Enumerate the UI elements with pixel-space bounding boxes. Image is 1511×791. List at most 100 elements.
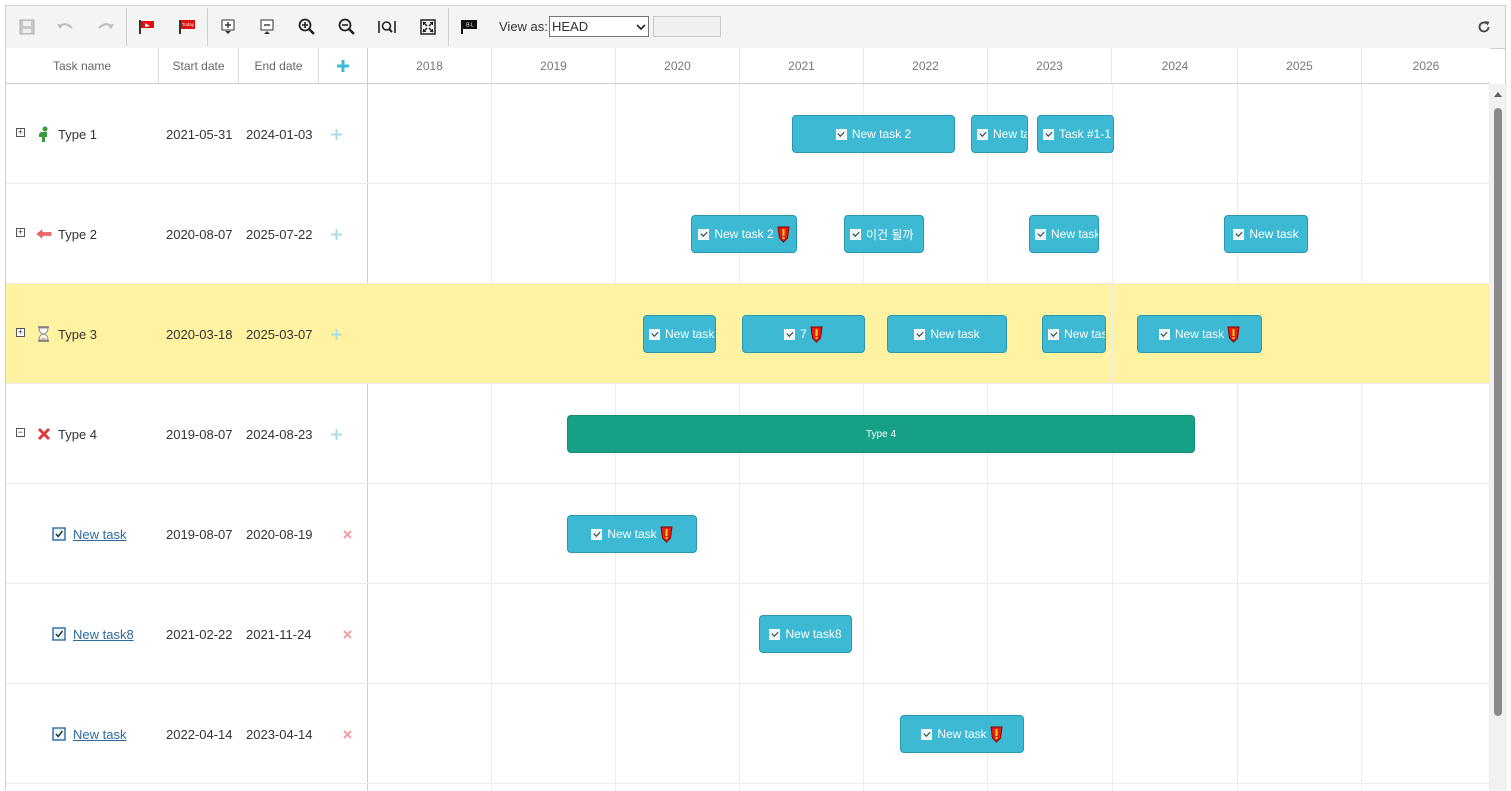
grid-row[interactable]: New task 2019-08-07 2020-08-19 <box>6 484 368 584</box>
scrollbar-thumb[interactable] <box>1494 108 1502 716</box>
start-date: 2019-08-07 <box>166 426 233 442</box>
collapse-all-icon[interactable] <box>255 16 279 38</box>
summary-bar[interactable]: Type 4 <box>567 415 1195 453</box>
task-bar-label: New task 2 <box>851 127 912 141</box>
view-as-label: View as: <box>499 19 548 34</box>
year-gridline <box>491 84 492 791</box>
marker-flag-icon[interactable] <box>135 16 159 38</box>
start-date: 2020-08-07 <box>166 226 233 242</box>
end-date: 2021-11-24 <box>246 626 312 642</box>
add-subtask-button[interactable] <box>329 384 343 484</box>
column-header-end-date[interactable]: End date <box>239 48 319 83</box>
grid-row[interactable]: + Type 1 2021-05-31 2024-01-03 <box>6 84 368 184</box>
grid-header: Task name Start date End date <box>6 48 368 84</box>
add-task-button[interactable] <box>319 48 367 83</box>
arrow-left-icon <box>36 184 52 284</box>
task-bar[interactable]: Task #1-1 <box>1037 115 1114 153</box>
task-bar-label: New task <box>665 327 715 341</box>
checkbox-icon <box>769 628 781 640</box>
task-bar-label: 7 <box>800 327 807 341</box>
checkbox-icon <box>1043 128 1054 140</box>
task-name[interactable]: Type 1 <box>58 84 97 184</box>
task-name-link[interactable]: New task8 <box>73 584 134 684</box>
task-bar[interactable]: New task <box>1137 315 1262 353</box>
checkbox-icon <box>1158 328 1170 340</box>
vertical-scrollbar[interactable] <box>1490 84 1507 791</box>
expand-toggle[interactable]: + <box>16 328 25 337</box>
warning-icon <box>1227 326 1240 343</box>
zoom-out-icon[interactable] <box>335 16 359 38</box>
task-bar-label: Task #1-1 <box>1059 127 1112 141</box>
year-label: 2024 <box>1113 48 1238 83</box>
save-icon[interactable] <box>15 16 39 38</box>
add-subtask-button[interactable] <box>329 184 343 284</box>
today-flag-icon[interactable]: Today <box>175 16 199 38</box>
task-bar[interactable]: New task <box>1029 215 1099 253</box>
timeline-row <box>368 584 1490 684</box>
column-header-task-name[interactable]: Task name <box>6 48 159 83</box>
view-as-secondary-input[interactable] <box>653 16 721 37</box>
task-bar[interactable]: New task <box>887 315 1007 353</box>
plus-icon <box>330 328 342 340</box>
close-icon <box>342 529 352 539</box>
scroll-up-icon[interactable] <box>1494 92 1502 97</box>
year-label: 2019 <box>492 48 616 83</box>
fullscreen-icon[interactable] <box>416 16 440 38</box>
task-bar[interactable]: New task <box>1042 315 1106 353</box>
task-name[interactable]: Type 2 <box>58 184 97 284</box>
svg-text:Today: Today <box>182 22 195 27</box>
end-date: 2024-08-23 <box>246 426 313 442</box>
task-bar[interactable]: New task 2 <box>691 215 797 253</box>
task-name[interactable]: Type 3 <box>58 284 97 384</box>
grid-row[interactable]: + Type 2 2020-08-07 2025-07-22 <box>6 184 368 284</box>
end-date: 2023-04-14 <box>246 726 313 742</box>
task-name[interactable]: Type 4 <box>58 384 97 484</box>
baseline-icon[interactable]: B-L <box>457 16 481 38</box>
task-name-link[interactable]: New task <box>73 484 126 584</box>
undo-icon[interactable] <box>53 16 77 38</box>
task-bar[interactable]: New task <box>643 315 716 353</box>
checkbox-icon <box>850 228 861 240</box>
task-bar[interactable]: 7 <box>742 315 865 353</box>
add-subtask-button[interactable] <box>329 284 343 384</box>
task-bar[interactable]: 이건 될까 <box>844 215 924 253</box>
start-date: 2022-04-14 <box>166 726 233 742</box>
add-subtask-button[interactable] <box>329 84 343 184</box>
zoom-to-fit-icon[interactable] <box>375 16 399 38</box>
task-bar[interactable]: New task <box>900 715 1024 753</box>
checkbox-icon <box>52 684 66 784</box>
year-label: 2022 <box>864 48 988 83</box>
expand-all-icon[interactable] <box>216 16 240 38</box>
grid-row[interactable]: − Type 4 2019-08-07 2024-08-23 <box>6 384 368 484</box>
start-date: 2020-03-18 <box>166 326 233 342</box>
checkbox-icon <box>1233 228 1245 240</box>
grid-row[interactable]: New task8 2021-02-22 2021-11-24 <box>6 584 368 684</box>
grid-row-selected[interactable]: + Type 3 2020-03-18 2025-03-07 <box>6 284 368 384</box>
checkbox-icon <box>1035 228 1046 240</box>
year-label: 2026 <box>1412 58 1440 73</box>
task-bar[interactable]: New task <box>1224 215 1308 253</box>
collapse-toggle[interactable]: − <box>16 428 25 437</box>
delete-task-button[interactable] <box>340 484 354 584</box>
column-header-start-date[interactable]: Start date <box>159 48 239 83</box>
grid-row[interactable]: New task 2022-04-14 2023-04-14 <box>6 684 368 784</box>
plus-icon <box>337 59 349 72</box>
task-bar[interactable]: New task <box>567 515 697 553</box>
task-bar-label: New task <box>937 727 987 741</box>
hourglass-icon <box>37 284 50 384</box>
expand-toggle[interactable]: + <box>16 128 25 137</box>
task-bar-label: New task <box>1051 227 1099 241</box>
zoom-in-icon[interactable] <box>295 16 319 38</box>
task-bar[interactable]: New task8 <box>759 615 852 653</box>
delete-task-button[interactable] <box>340 584 354 684</box>
task-bar[interactable]: New task <box>971 115 1028 153</box>
delete-task-button[interactable] <box>340 684 354 784</box>
end-date: 2020-08-19 <box>246 526 313 542</box>
worker-icon <box>36 84 50 184</box>
refresh-icon[interactable] <box>1472 16 1496 38</box>
task-bar[interactable]: New task 2 <box>792 115 955 153</box>
view-as-select[interactable]: HEAD <box>549 16 649 37</box>
redo-icon[interactable] <box>94 16 118 38</box>
expand-toggle[interactable]: + <box>16 228 25 237</box>
task-name-link[interactable]: New task <box>73 684 126 784</box>
